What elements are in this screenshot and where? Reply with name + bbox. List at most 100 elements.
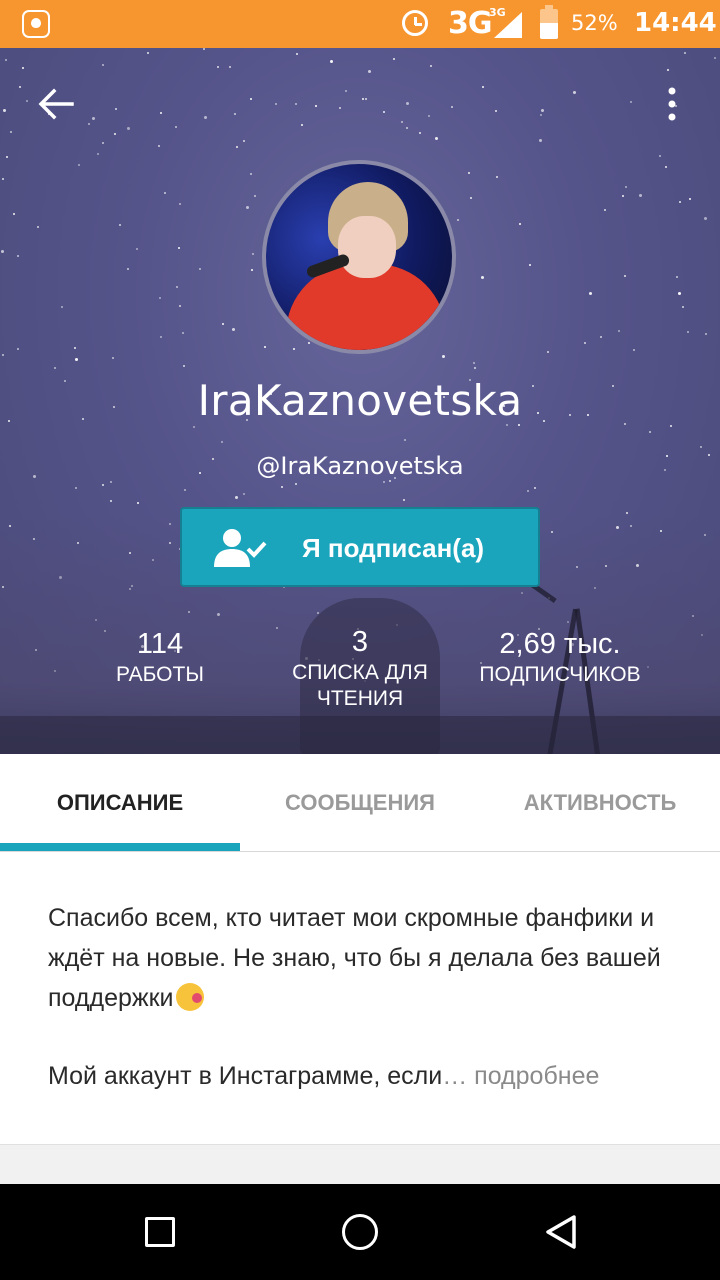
recents-icon[interactable] bbox=[145, 1217, 175, 1247]
alarm-icon bbox=[402, 10, 428, 36]
star bbox=[519, 223, 521, 225]
star bbox=[88, 123, 90, 125]
star bbox=[473, 362, 475, 364]
stat-works[interactable]: 114 РАБОТЫ bbox=[60, 626, 260, 688]
stat-followers[interactable]: 2,69 тыс. ПОДПИСЧИКОВ bbox=[460, 626, 660, 688]
star bbox=[6, 156, 8, 158]
star bbox=[5, 59, 7, 61]
back-triangle-icon[interactable] bbox=[543, 1214, 579, 1250]
description-text: Спасибо всем, кто читает мои скромные фа… bbox=[48, 898, 678, 1018]
navigation-bar bbox=[0, 1184, 720, 1280]
star bbox=[406, 102, 409, 105]
star bbox=[618, 330, 620, 332]
battery-percent: 52% bbox=[571, 11, 618, 35]
star bbox=[37, 226, 39, 228]
star bbox=[403, 499, 405, 501]
star bbox=[296, 53, 298, 55]
following-button[interactable]: Я подписан(а) bbox=[180, 507, 540, 587]
star bbox=[275, 103, 277, 105]
arrow-left-icon[interactable] bbox=[36, 84, 76, 124]
profile-header: IraKaznovetska @IraKaznovetska Я подписа… bbox=[0, 48, 720, 754]
star bbox=[176, 286, 178, 288]
star bbox=[451, 106, 453, 108]
star bbox=[199, 268, 201, 270]
more-vertical-icon[interactable] bbox=[662, 86, 682, 122]
signal-icon bbox=[494, 12, 522, 38]
status-bar: 3G 3G 52% 14:44 bbox=[0, 0, 720, 48]
star bbox=[679, 201, 681, 203]
star bbox=[345, 90, 347, 92]
star bbox=[315, 105, 317, 107]
stat-reading-lists[interactable]: 3 СПИСКА ДЛЯ ЧТЕНИЯ bbox=[260, 624, 460, 712]
home-icon[interactable] bbox=[342, 1214, 378, 1250]
star bbox=[428, 115, 430, 117]
user-check-icon bbox=[214, 529, 267, 567]
star bbox=[539, 139, 542, 142]
avatar[interactable] bbox=[262, 160, 456, 354]
star bbox=[689, 198, 691, 200]
star bbox=[127, 268, 129, 270]
star bbox=[389, 480, 391, 482]
star bbox=[175, 126, 177, 128]
star bbox=[659, 155, 661, 157]
star bbox=[13, 213, 15, 215]
profile-display-name: IraKaznovetska bbox=[197, 376, 523, 425]
star bbox=[54, 367, 56, 369]
profile-tabs: ОПИСАНИЕ СООБЩЕНИЯ АКТИВНОСТЬ bbox=[0, 754, 720, 852]
star bbox=[217, 66, 219, 68]
star bbox=[160, 112, 162, 114]
star bbox=[534, 487, 536, 489]
star bbox=[700, 446, 702, 448]
star bbox=[470, 197, 472, 199]
star bbox=[419, 132, 421, 134]
star bbox=[75, 487, 77, 489]
star bbox=[22, 67, 24, 69]
star bbox=[2, 178, 4, 180]
star bbox=[114, 133, 116, 135]
star bbox=[179, 203, 181, 205]
stat-works-value: 114 bbox=[136, 628, 184, 660]
star bbox=[705, 333, 707, 335]
read-more-link[interactable]: подробнее bbox=[474, 1062, 599, 1090]
star bbox=[625, 186, 627, 188]
stat-followers-value: 2,69 тыс. bbox=[499, 628, 621, 660]
tab-messages[interactable]: СООБЩЕНИЯ bbox=[240, 754, 480, 852]
star bbox=[252, 253, 254, 255]
star bbox=[529, 264, 531, 266]
star bbox=[97, 153, 99, 155]
star bbox=[160, 336, 162, 338]
star bbox=[159, 297, 161, 299]
star bbox=[61, 306, 63, 308]
star bbox=[92, 117, 95, 120]
description-body: Спасибо всем, кто читает мои скромные фа… bbox=[48, 904, 661, 1012]
star bbox=[19, 86, 21, 88]
star bbox=[127, 127, 130, 130]
tab-description[interactable]: ОПИСАНИЕ bbox=[0, 754, 240, 852]
star bbox=[404, 439, 406, 441]
star bbox=[229, 66, 231, 68]
star bbox=[482, 86, 484, 88]
star bbox=[622, 195, 624, 197]
clock: 14:44 bbox=[634, 8, 717, 38]
star bbox=[481, 276, 484, 279]
star bbox=[234, 113, 236, 115]
star bbox=[182, 332, 184, 334]
ellipsis: … bbox=[442, 1062, 468, 1090]
star bbox=[584, 342, 586, 344]
description-section: Спасибо всем, кто читает мои скромные фа… bbox=[0, 852, 720, 1144]
star bbox=[714, 57, 716, 59]
star bbox=[102, 64, 104, 66]
star bbox=[250, 98, 252, 100]
stat-reading-lists-label: СПИСКА ДЛЯ ЧТЕНИЯ bbox=[292, 661, 428, 710]
star bbox=[600, 336, 602, 338]
star bbox=[164, 192, 166, 194]
star bbox=[430, 65, 432, 67]
star bbox=[1, 250, 4, 253]
star bbox=[639, 194, 642, 197]
kissing-face-emoji-icon bbox=[175, 983, 204, 1011]
profile-handle: @IraKaznovetska bbox=[256, 452, 464, 480]
star bbox=[251, 269, 253, 271]
star bbox=[678, 292, 681, 295]
tab-activity[interactable]: АКТИВНОСТЬ bbox=[480, 754, 720, 852]
following-button-label: Я подписан(а) bbox=[302, 533, 485, 563]
